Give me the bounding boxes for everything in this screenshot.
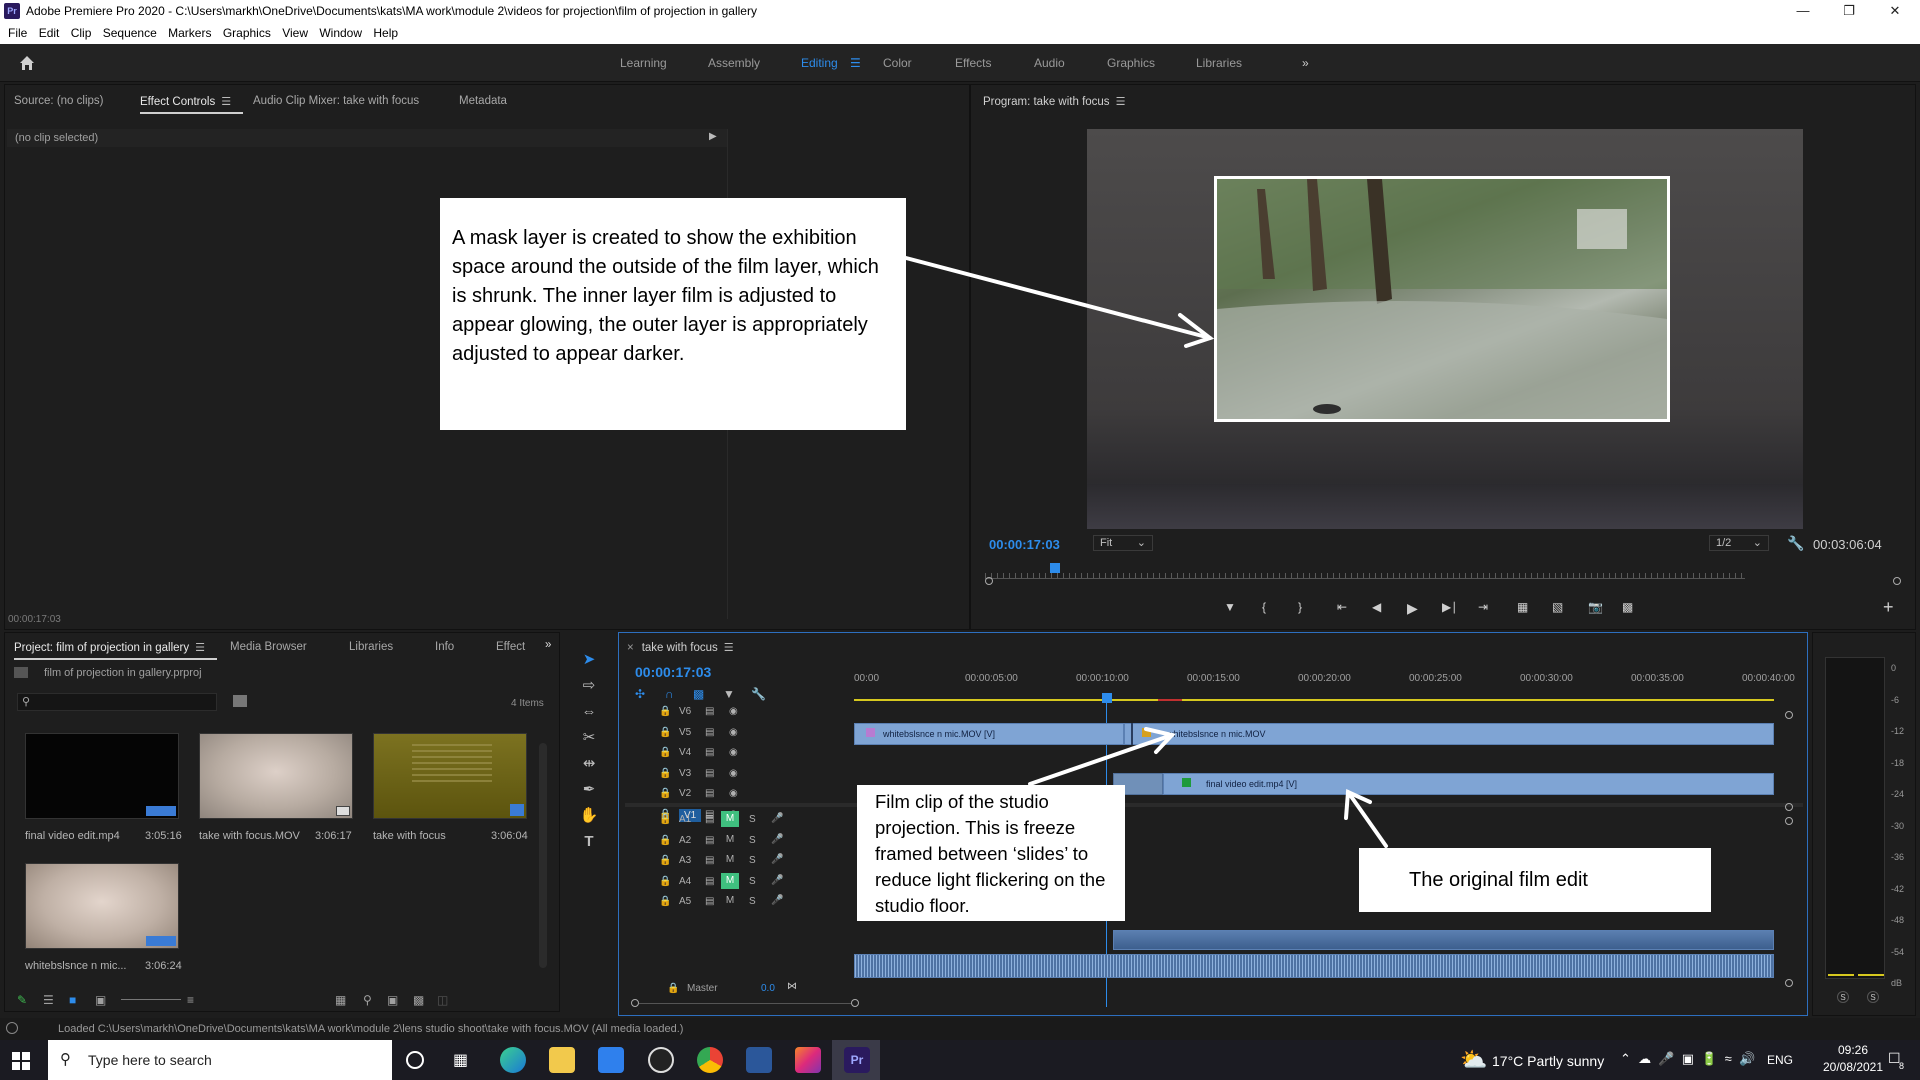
task-view-icon[interactable]: ▦ [453,1050,468,1070]
dell-icon[interactable] [648,1047,674,1073]
clock-time[interactable]: 09:26 [1824,1043,1882,1057]
premiere-taskbar-icon[interactable]: Pr [844,1047,870,1073]
tray-icons[interactable]: ⌃ ☁ 🎤 ▣ 🔋 ≈ 🔊 [1620,1051,1755,1067]
cortana-icon[interactable] [406,1051,424,1069]
arrow-freeze-line [1028,733,1174,786]
word-icon[interactable] [746,1047,772,1073]
chrome-icon[interactable] [697,1047,723,1073]
edge-icon[interactable] [500,1047,526,1073]
mail-icon[interactable] [598,1047,624,1073]
language-indicator[interactable]: ENG [1767,1053,1793,1067]
callout-freeze-frame: Film clip of the studio projection. This… [857,785,1125,921]
callout-original-edit: The original film edit [1359,848,1711,912]
weather-icon[interactable]: ⛅ [1460,1047,1487,1073]
search-placeholder: Type here to search [88,1052,212,1068]
weather-text[interactable]: 17°C Partly sunny [1492,1053,1604,1069]
callout-mask-layer: A mask layer is created to show the exhi… [440,198,906,430]
taskbar-search-box[interactable]: ⚲ Type here to search [48,1040,392,1080]
arrow-mask-line [904,256,1212,340]
windows-start-icon[interactable] [12,1052,32,1070]
notification-count: 8 [1899,1061,1905,1071]
clock-date[interactable]: 20/08/2021 [1822,1060,1884,1074]
search-icon: ⚲ [60,1051,71,1068]
instagram-icon[interactable] [795,1047,821,1073]
file-explorer-icon[interactable] [549,1047,575,1073]
